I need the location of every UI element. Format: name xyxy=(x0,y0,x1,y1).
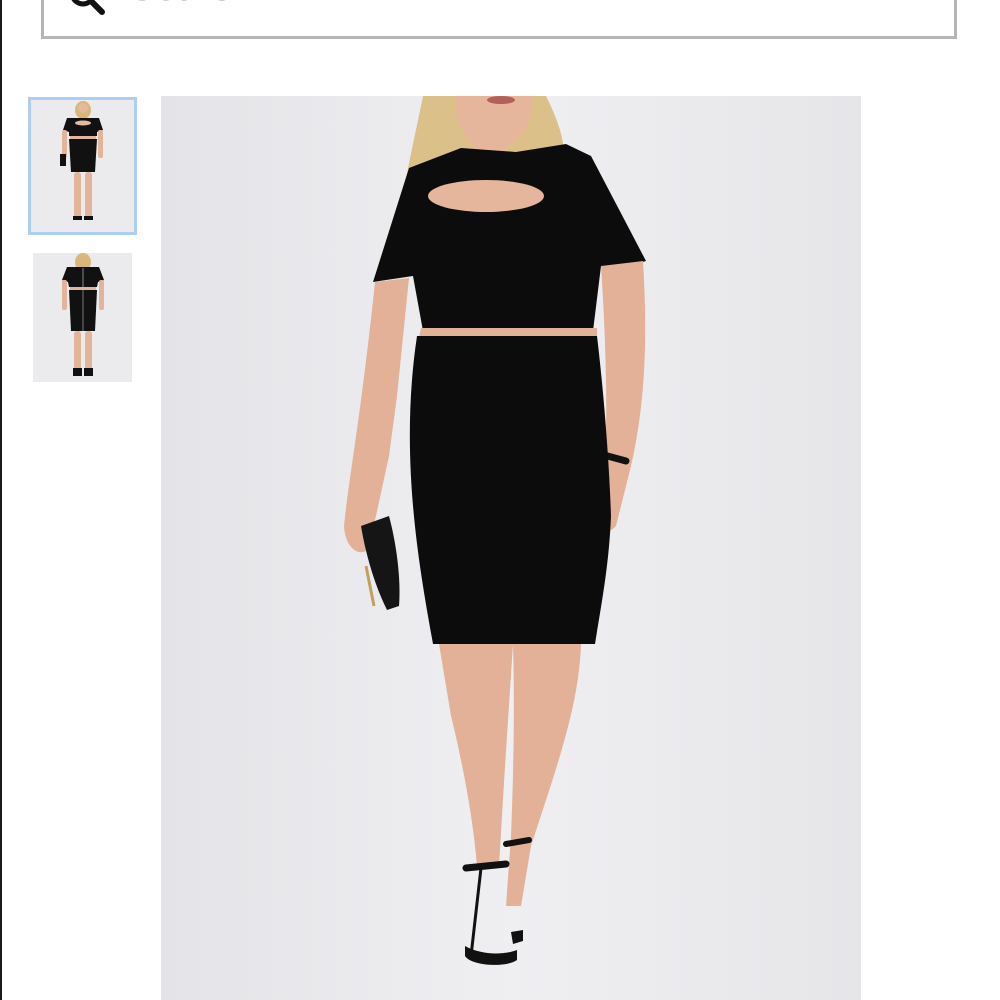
thumbnail-front-selected[interactable] xyxy=(28,97,137,235)
left-border xyxy=(0,0,2,1000)
thumbnail-back-image xyxy=(33,253,132,382)
search-input[interactable]: Search xyxy=(132,0,252,12)
search-icon[interactable] xyxy=(66,0,106,16)
search-bar[interactable]: Search xyxy=(41,0,957,39)
thumbnail-back[interactable] xyxy=(33,253,132,382)
product-photo-model xyxy=(161,96,861,1000)
thumbnail-front-image xyxy=(31,100,134,232)
main-product-image[interactable] xyxy=(161,96,861,1000)
